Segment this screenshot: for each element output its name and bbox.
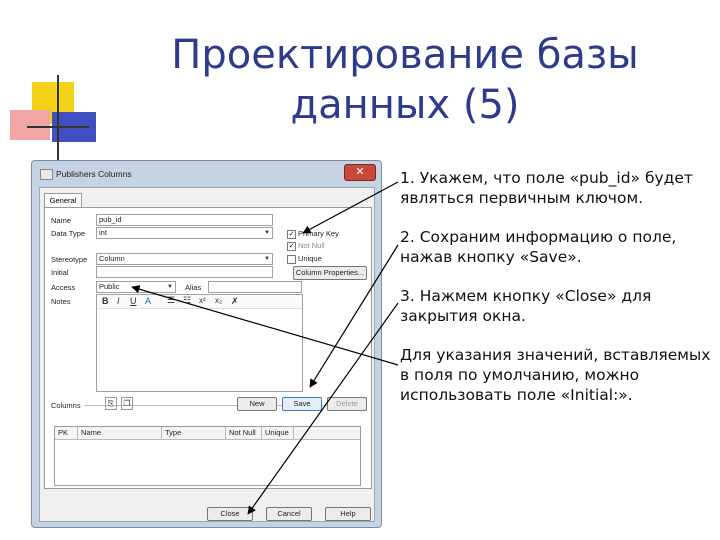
arrow-to-close [247, 302, 399, 515]
arrow-to-initial [131, 285, 399, 366]
callout-arrows [131, 181, 399, 515]
arrow-to-primary-key [302, 181, 399, 234]
